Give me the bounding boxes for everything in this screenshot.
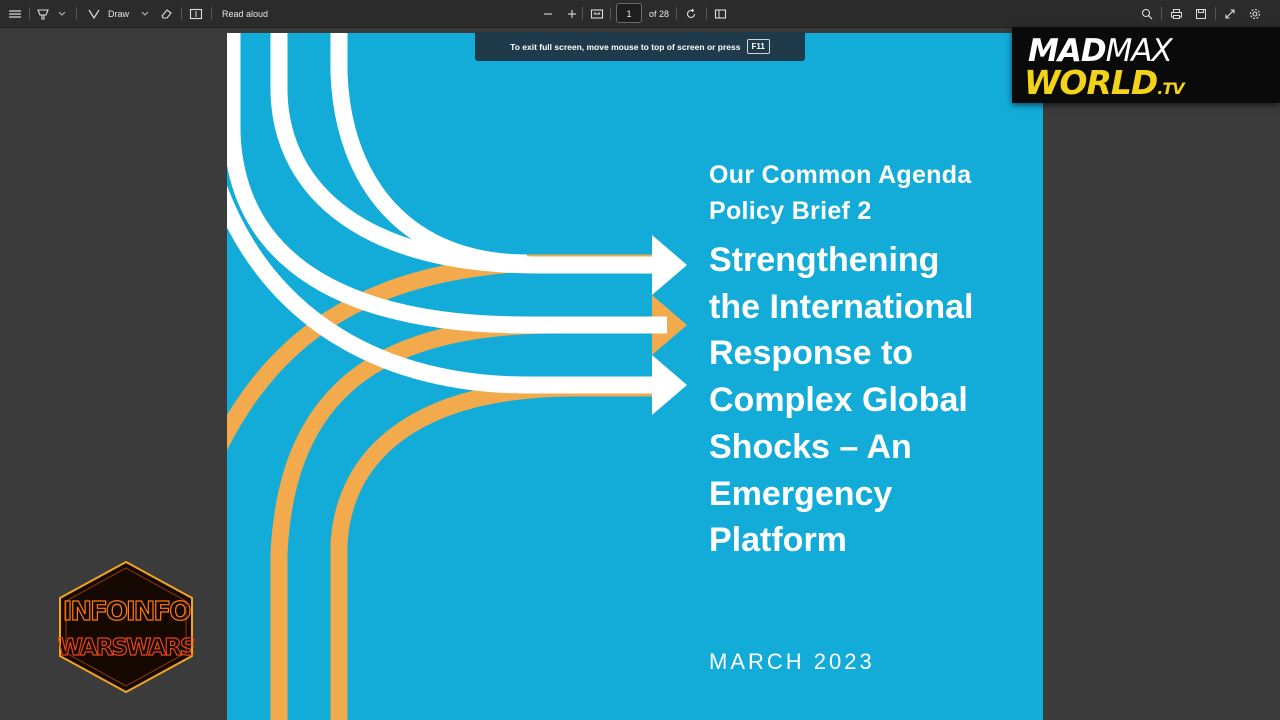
title-line: Shocks – An — [709, 427, 912, 466]
save-icon[interactable] — [1195, 0, 1207, 27]
page-total: of 28 — [649, 8, 670, 19]
print-icon[interactable] — [1170, 0, 1183, 27]
pdf-page: Our Common Agenda Policy Brief 2 Strengt… — [227, 33, 1043, 720]
svg-text:INFOINFO: INFOINFO — [63, 597, 190, 627]
text-box-icon[interactable] — [189, 0, 203, 27]
chevron-down-icon[interactable] — [58, 0, 66, 27]
title-line: Complex Global — [709, 381, 968, 420]
f11-key-badge: F11 — [746, 39, 770, 54]
read-aloud-button[interactable]: Read aloud — [222, 0, 268, 27]
publication-date: MARCH 2023 — [709, 649, 875, 674]
title-line: Platform — [709, 521, 847, 560]
rotate-icon[interactable] — [685, 0, 697, 27]
draw-pen-icon[interactable] — [87, 0, 101, 27]
zoom-out-icon[interactable] — [543, 0, 553, 27]
eraser-icon[interactable] — [160, 0, 173, 27]
madmax-world-logo: MADMAX WORLD.TV — [1012, 27, 1280, 103]
contents-icon[interactable] — [8, 0, 22, 27]
series-title: Our Common Agenda — [709, 161, 972, 189]
zoom-in-icon[interactable] — [567, 0, 577, 27]
svg-text:WARSWARS: WARSWARS — [58, 635, 194, 661]
fit-page-icon[interactable] — [590, 0, 604, 27]
gear-icon[interactable] — [1249, 0, 1261, 27]
title-line: Strengthening — [709, 241, 940, 279]
brief-number: Policy Brief 2 — [709, 197, 872, 225]
page-number-input[interactable]: 1 — [616, 3, 642, 23]
infowars-logo: INFOINFO WARSWARS — [57, 560, 197, 694]
fullscreen-exit-tip: To exit full screen, move mouse to top o… — [475, 32, 805, 61]
draw-label[interactable]: Draw — [108, 0, 129, 27]
title-line: Emergency — [709, 474, 893, 513]
fullscreen-icon[interactable] — [1224, 0, 1236, 27]
logo-text-bottom: WORLD.TV — [1024, 63, 1185, 102]
highlight-icon[interactable] — [36, 0, 50, 27]
document-title: Strengthening the International Response… — [709, 237, 1029, 564]
title-line: the International — [709, 287, 974, 326]
fullscreen-tip-text: To exit full screen, move mouse to top o… — [510, 41, 741, 52]
chevron-down-icon[interactable] — [141, 0, 149, 27]
title-line: Response to — [709, 334, 914, 373]
search-icon[interactable] — [1141, 0, 1153, 27]
pdf-toolbar: Draw Read aloud 1 of 28 — [0, 0, 1280, 28]
page-view-icon[interactable] — [714, 0, 727, 27]
